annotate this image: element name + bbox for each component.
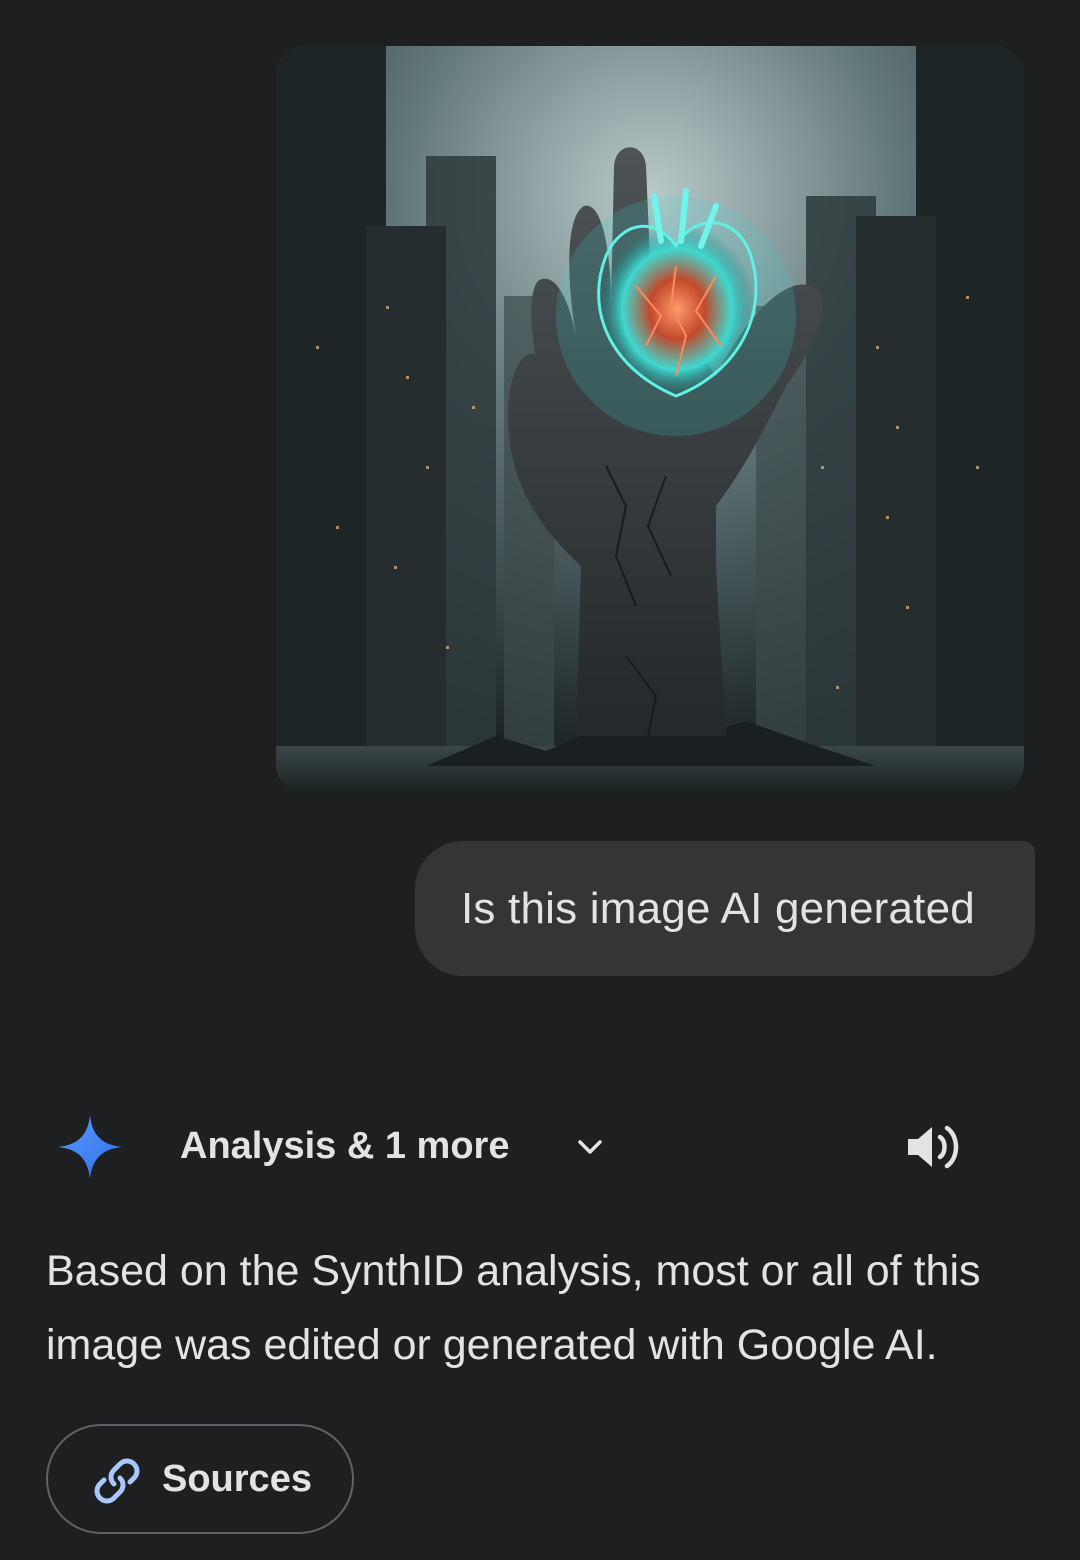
sources-label: Sources — [162, 1458, 312, 1500]
chevron-down-icon[interactable] — [572, 1129, 608, 1165]
user-prompt-text: Is this image AI generated — [461, 883, 975, 933]
response-text: Based on the SynthID analysis, most or a… — [46, 1247, 981, 1369]
sources-button[interactable]: Sources — [46, 1424, 354, 1534]
attached-image-artwork — [276, 46, 1024, 794]
gemini-spark-icon — [58, 1115, 122, 1179]
attached-image[interactable] — [276, 46, 1024, 794]
link-icon — [94, 1458, 140, 1504]
tools-used-label[interactable]: Analysis & 1 more — [180, 1125, 509, 1168]
user-prompt-bubble[interactable]: Is this image AI generated — [415, 841, 1035, 976]
response-header: Analysis & 1 more — [0, 1105, 1080, 1189]
speaker-icon[interactable] — [904, 1121, 964, 1173]
